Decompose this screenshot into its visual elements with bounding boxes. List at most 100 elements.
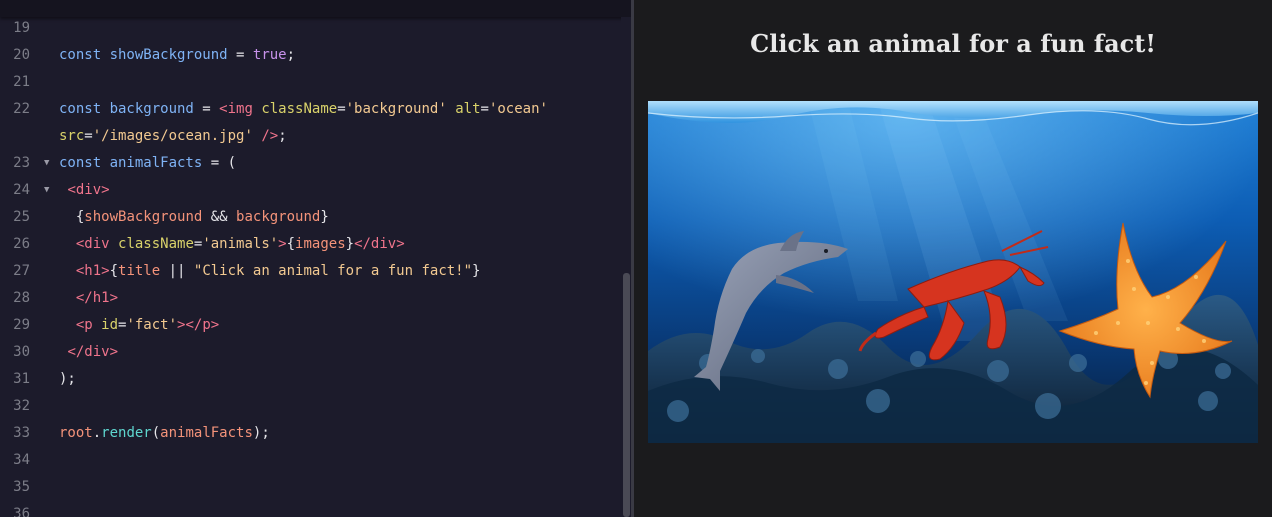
code-token: "Click an animal for a fun fact!" — [193, 263, 473, 279]
code-token: = — [480, 101, 489, 117]
code-text: </div> — [59, 339, 118, 366]
code-token: { — [109, 263, 119, 279]
code-line[interactable]: 32 — [0, 393, 620, 420]
code-token: 'background' — [345, 101, 447, 117]
code-line[interactable]: 27 <h1>{title || "Click an animal for a … — [0, 258, 620, 285]
code-token: <div> — [67, 182, 110, 198]
code-text: </h1> — [59, 285, 118, 312]
code-line[interactable]: 26 <div className='animals'>{images}</di… — [0, 231, 620, 258]
browser-preview: Click an animal for a fun fact! — [634, 0, 1272, 517]
code-token: = — [84, 128, 93, 144]
line-number: 19 — [13, 20, 30, 36]
line-number: 21 — [13, 74, 30, 90]
code-token: ); — [59, 371, 76, 387]
code-token: = ( — [202, 155, 237, 171]
line-number: 22 — [13, 101, 30, 117]
code-line[interactable]: 25 {showBackground && background} — [0, 204, 620, 231]
code-token: </div> — [354, 236, 405, 252]
code-token: const — [59, 47, 110, 63]
ocean-background-image — [648, 101, 1258, 443]
code-token: = — [193, 101, 220, 117]
fold-toggle-icon[interactable]: ▼ — [44, 150, 49, 177]
code-line[interactable]: 28 </h1> — [0, 285, 620, 312]
code-text: <div> — [59, 177, 110, 204]
code-token: <div — [75, 236, 119, 252]
code-token: const — [59, 101, 110, 117]
line-number: 28 — [13, 290, 30, 306]
line-number: 27 — [13, 263, 30, 279]
code-token: 'fact' — [126, 317, 178, 333]
line-number: 23 — [13, 155, 30, 171]
fold-toggle-icon[interactable]: ▼ — [44, 177, 49, 204]
code-token: animalFacts — [109, 155, 203, 171]
code-token: ); — [252, 425, 270, 441]
code-token: true — [252, 47, 287, 63]
editor-scrollbar-thumb[interactable] — [623, 273, 630, 517]
code-token: && — [202, 209, 237, 225]
code-line[interactable]: 31); — [0, 366, 620, 393]
code-token: images — [295, 236, 346, 252]
code-token: const — [59, 155, 110, 171]
code-token: > — [278, 236, 287, 252]
code-line[interactable]: 22 const background = <img className='bac… — [0, 96, 620, 123]
code-text: {showBackground && background} — [59, 204, 329, 231]
line-number: 30 — [13, 344, 30, 360]
code-token: ></p> — [177, 317, 220, 333]
code-text: <div className='animals'>{images}</div> — [59, 231, 405, 258]
code-editor[interactable]: 19 20 const showBackground = true; 21 22 cons… — [0, 0, 631, 517]
code-text: root.render(animalFacts); — [59, 420, 270, 447]
code-token: root — [59, 425, 93, 441]
code-line[interactable]: 33 root.render(animalFacts); — [0, 420, 620, 447]
code-line[interactable]: 36 — [0, 501, 620, 517]
code-token: || — [160, 263, 194, 279]
line-number: 33 — [13, 425, 30, 441]
code-token: { — [59, 209, 85, 225]
code-line[interactable]: 34 — [0, 447, 620, 474]
line-number: 34 — [13, 452, 30, 468]
code-token: </h1> — [75, 290, 119, 306]
code-token: 'animals' — [202, 236, 279, 252]
code-token: ; — [286, 47, 296, 63]
code-token: = — [227, 47, 253, 63]
code-token: showBackground — [109, 47, 228, 63]
line-number: 35 — [13, 479, 30, 495]
code-token: className — [118, 236, 194, 252]
code-token: <h1> — [75, 263, 110, 279]
code-line[interactable]: 20 const showBackground = true; — [0, 42, 620, 69]
code-line[interactable]: 23 ▼ const animalFacts = ( — [0, 150, 620, 177]
code-token: background — [109, 101, 194, 117]
code-token: src — [59, 128, 85, 144]
code-token: <img — [219, 101, 262, 117]
code-text: const showBackground = true; — [59, 42, 295, 69]
code-line[interactable]: 29 <p id='fact'></p> — [0, 312, 620, 339]
code-token: </div> — [67, 344, 119, 360]
line-number: 31 — [13, 371, 30, 387]
code-text: <p id='fact'></p> — [59, 312, 219, 339]
code-token: . — [92, 425, 102, 441]
code-line[interactable]: 24 ▼ <div> — [0, 177, 620, 204]
code-line[interactable]: 35 — [0, 474, 620, 501]
code-line[interactable]: 21 — [0, 69, 620, 96]
line-number: 26 — [13, 236, 30, 252]
code-token: animalFacts — [160, 425, 253, 441]
line-number: 36 — [13, 506, 30, 517]
code-line[interactable]: src='/images/ocean.jpg' />; — [0, 123, 620, 150]
code-token: showBackground — [84, 209, 203, 225]
code-line[interactable]: 19 — [0, 15, 620, 42]
code-lines[interactable]: 19 20 const showBackground = true; 21 22 cons… — [0, 15, 620, 517]
code-line[interactable]: 30 </div> — [0, 339, 620, 366]
code-token: = — [337, 101, 346, 117]
code-token: render — [101, 425, 152, 441]
line-number: 20 — [13, 47, 30, 63]
code-token: ; — [278, 128, 287, 144]
code-token: } — [320, 209, 329, 225]
page-title: Click an animal for a fun fact! — [750, 29, 1156, 58]
code-token: background — [236, 209, 321, 225]
code-token: <p — [75, 317, 102, 333]
line-number: 25 — [13, 209, 30, 225]
line-number: 29 — [13, 317, 30, 333]
